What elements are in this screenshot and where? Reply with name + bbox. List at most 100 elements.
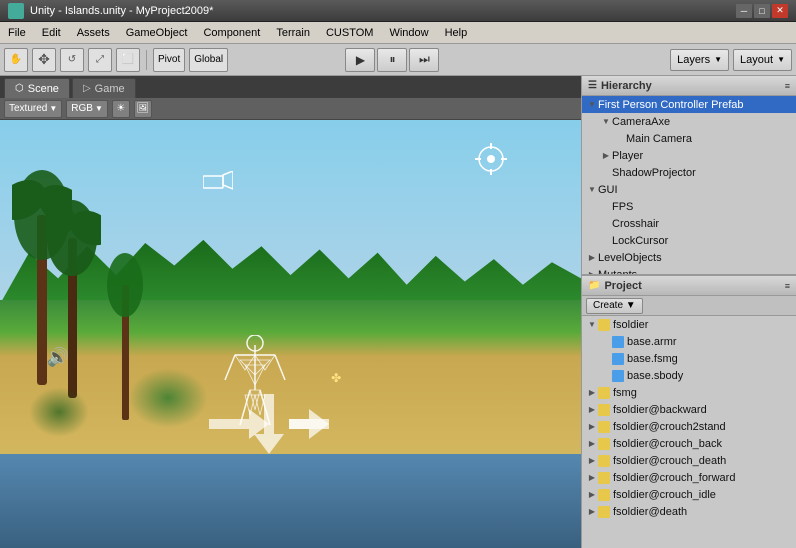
project-item-3[interactable]: base.sbody bbox=[582, 367, 796, 384]
vegetation-2 bbox=[29, 387, 89, 437]
maximize-button[interactable]: □ bbox=[754, 4, 770, 18]
layers-label: Layers bbox=[677, 54, 710, 66]
menu-assets[interactable]: Assets bbox=[69, 25, 118, 41]
project-item-9[interactable]: ▶fsoldier@crouch_forward bbox=[582, 469, 796, 486]
project-item-label-1: base.armr bbox=[627, 336, 677, 348]
vegetation-1 bbox=[128, 368, 208, 428]
textured-dropdown[interactable]: Textured ▼ bbox=[4, 100, 62, 118]
hierarchy-item-5[interactable]: ▼GUI bbox=[582, 181, 796, 198]
hierarchy-item-label-7: Crosshair bbox=[612, 218, 659, 230]
global-button[interactable]: Global bbox=[189, 48, 228, 72]
proj-arrow-icon-11: ▶ bbox=[586, 507, 598, 516]
camera-widget bbox=[471, 141, 511, 179]
step-button[interactable]: ⏭ bbox=[409, 48, 439, 72]
menu-window[interactable]: Window bbox=[381, 25, 436, 41]
proj-item-icon-0 bbox=[598, 319, 610, 331]
project-item-label-5: fsoldier@backward bbox=[613, 404, 707, 416]
hierarchy-item-label-2: Main Camera bbox=[626, 133, 692, 145]
project-item-0[interactable]: ▼ fsoldier bbox=[582, 316, 796, 333]
menu-help[interactable]: Help bbox=[437, 25, 476, 41]
menu-custom[interactable]: CUSTOM bbox=[318, 25, 381, 41]
layers-dropdown[interactable]: Layers ▼ bbox=[670, 49, 729, 71]
hierarchy-item-0[interactable]: ▼First Person Controller Prefab bbox=[582, 96, 796, 113]
hierarchy-panel: ☰ Hierarchy ≡ ▼First Person Controller P… bbox=[582, 76, 796, 276]
hand-tool-button[interactable]: ✋ bbox=[4, 48, 28, 72]
hierarchy-item-7[interactable]: Crosshair bbox=[582, 215, 796, 232]
tab-scene[interactable]: ⬡ Scene bbox=[4, 78, 70, 98]
play-controls: ▶ ⏸ ⏭ bbox=[345, 48, 439, 72]
project-title: Project bbox=[604, 280, 641, 292]
project-item-8[interactable]: ▶fsoldier@crouch_death bbox=[582, 452, 796, 469]
hierarchy-item-10[interactable]: ▶Mutants bbox=[582, 266, 796, 274]
hierarchy-item-1[interactable]: ▼CameraAxe bbox=[582, 113, 796, 130]
menu-gameobject[interactable]: GameObject bbox=[118, 25, 196, 41]
project-item-label-9: fsoldier@crouch_forward bbox=[613, 472, 735, 484]
rgb-dropdown[interactable]: RGB ▼ bbox=[66, 100, 108, 118]
title-bar: Unity - Islands.unity - MyProject2009* ─… bbox=[0, 0, 796, 22]
rect-tool-button[interactable]: ⬜ bbox=[116, 48, 140, 72]
project-item-label-0: fsoldier bbox=[613, 319, 648, 331]
viewport[interactable]: 🔊 ✤ bbox=[0, 120, 581, 548]
pause-icon: ⏸ bbox=[389, 52, 395, 67]
window-controls: ─ □ ✕ bbox=[736, 4, 788, 18]
project-item-1[interactable]: base.armr bbox=[582, 333, 796, 350]
global-label: Global bbox=[194, 54, 223, 65]
project-item-6[interactable]: ▶ fsoldier@crouch2stand bbox=[582, 418, 796, 435]
project-item-label-11: fsoldier@death bbox=[613, 506, 687, 518]
tab-game[interactable]: ▷ Game bbox=[72, 78, 136, 98]
project-item-7[interactable]: ▶fsoldier@crouch_back bbox=[582, 435, 796, 452]
close-button[interactable]: ✕ bbox=[772, 4, 788, 18]
proj-arrow-icon-6: ▶ bbox=[586, 422, 598, 431]
hierarchy-menu-icon[interactable]: ≡ bbox=[785, 81, 790, 91]
project-list[interactable]: ▼ fsoldier base.armr base.fsmg base.sbody… bbox=[582, 316, 796, 548]
hierarchy-item-3[interactable]: ▶Player bbox=[582, 147, 796, 164]
sun-button[interactable]: ☀ bbox=[112, 100, 130, 118]
project-item-5[interactable]: ▶ fsoldier@backward bbox=[582, 401, 796, 418]
menu-component[interactable]: Component bbox=[195, 25, 268, 41]
rgb-arrow: ▼ bbox=[95, 104, 103, 113]
proj-arrow-icon-0: ▼ bbox=[586, 320, 598, 329]
scale-tool-button[interactable]: ⤢ bbox=[88, 48, 112, 72]
toolbar-separator-1 bbox=[146, 50, 147, 70]
hierarchy-item-label-3: Player bbox=[612, 150, 643, 162]
project-panel: 📁 Project ≡ Create ▼ ▼ fsoldier base.armr… bbox=[582, 276, 796, 548]
project-menu-icon[interactable]: ≡ bbox=[785, 281, 790, 291]
project-item-11[interactable]: ▶ fsoldier@death bbox=[582, 503, 796, 520]
step-icon: ⏭ bbox=[419, 52, 430, 67]
proj-item-icon-2 bbox=[612, 353, 624, 365]
project-item-4[interactable]: ▶fsmg bbox=[582, 384, 796, 401]
minimize-button[interactable]: ─ bbox=[736, 4, 752, 18]
project-item-2[interactable]: base.fsmg bbox=[582, 350, 796, 367]
hierarchy-item-label-1: CameraAxe bbox=[612, 116, 670, 128]
hierarchy-item-6[interactable]: FPS bbox=[582, 198, 796, 215]
image-button[interactable]: 🖼 bbox=[134, 100, 152, 118]
hierarchy-scroll[interactable]: ▼First Person Controller Prefab▼CameraAx… bbox=[582, 96, 796, 274]
image-icon: 🖼 bbox=[137, 103, 150, 114]
hierarchy-item-label-0: First Person Controller Prefab bbox=[598, 99, 744, 111]
project-item-10[interactable]: ▶fsoldier@crouch_idle bbox=[582, 486, 796, 503]
menu-file[interactable]: File bbox=[0, 25, 34, 41]
project-item-label-6: fsoldier@crouch2stand bbox=[613, 421, 726, 433]
textured-arrow: ▼ bbox=[49, 104, 57, 113]
main-content: ⬡ Scene ▷ Game Textured ▼ RGB ▼ ☀ 🖼 bbox=[0, 76, 796, 548]
pause-button[interactable]: ⏸ bbox=[377, 48, 407, 72]
hierarchy-item-8[interactable]: LockCursor bbox=[582, 232, 796, 249]
hierarchy-item-label-9: LevelObjects bbox=[598, 252, 662, 264]
app-icon bbox=[8, 3, 24, 19]
play-button[interactable]: ▶ bbox=[345, 48, 375, 72]
move-tool-button[interactable]: ✥ bbox=[32, 48, 56, 72]
pivot-button[interactable]: Pivot bbox=[153, 48, 185, 72]
create-bar: Create ▼ bbox=[582, 296, 796, 316]
layout-arrow-icon: ▼ bbox=[777, 55, 785, 64]
proj-arrow-icon-5: ▶ bbox=[586, 405, 598, 414]
menu-edit[interactable]: Edit bbox=[34, 25, 69, 41]
menu-terrain[interactable]: Terrain bbox=[268, 25, 318, 41]
rotate-tool-button[interactable]: ↺ bbox=[60, 48, 84, 72]
project-header-icon: 📁 bbox=[588, 280, 600, 291]
create-button[interactable]: Create ▼ bbox=[586, 298, 643, 314]
layout-dropdown[interactable]: Layout ▼ bbox=[733, 49, 792, 71]
hierarchy-item-9[interactable]: ▶LevelObjects bbox=[582, 249, 796, 266]
hierarchy-item-4[interactable]: ShadowProjector bbox=[582, 164, 796, 181]
hierarchy-item-2[interactable]: Main Camera bbox=[582, 130, 796, 147]
layers-arrow-icon: ▼ bbox=[714, 55, 722, 64]
